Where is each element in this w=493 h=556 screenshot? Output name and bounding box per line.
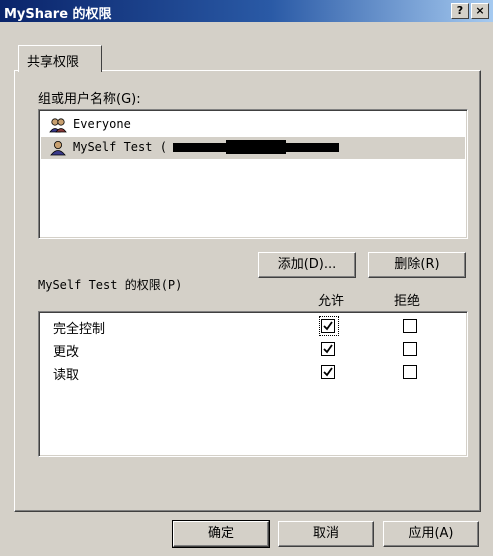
remove-button[interactable]: 删除(R) [368,252,466,278]
allow-read-checkbox[interactable] [321,365,335,379]
user-name: Everyone [73,117,131,131]
tab-share-permissions[interactable]: 共享权限 [18,45,102,72]
deny-full-control-checkbox[interactable] [403,319,417,333]
add-button[interactable]: 添加(D)... [258,252,356,278]
users-label: 组或用户名称(G): [38,92,141,107]
allow-column-header: 允许 [318,294,345,309]
ok-button[interactable]: 确定 [172,520,270,548]
permissions-list: 完全控制 更改 读取 [38,311,468,457]
title-bar[interactable]: MyShare 的权限 ? × [0,0,493,22]
deny-read-checkbox[interactable] [403,365,417,379]
user-icon [50,141,66,156]
redacted-block [226,140,286,154]
checkmark-icon [323,367,333,377]
permission-full-control: 完全控制 [53,322,106,337]
close-button[interactable]: × [471,3,489,19]
cancel-button[interactable]: 取消 [278,521,374,547]
checkmark-icon [323,321,333,331]
checkmark-icon [323,344,333,354]
list-item-everyone[interactable]: Everyone [41,114,465,136]
tab-label: 共享权限 [27,55,80,70]
group-icon [49,118,67,133]
user-name: MySelf Test ( [73,140,167,154]
deny-column-header: 拒绝 [394,294,421,309]
deny-change-checkbox[interactable] [403,342,417,356]
help-button[interactable]: ? [451,3,469,19]
list-item-myself[interactable]: MySelf Test ( [41,137,465,159]
permissions-label: MySelf Test 的权限(P) [38,278,183,292]
users-list[interactable]: Everyone MySelf Test ( [38,109,468,239]
allow-full-control-checkbox[interactable] [321,319,335,333]
permissions-dialog: MyShare 的权限 ? × 共享权限 组或用户名称(G): Everyone… [0,0,493,556]
allow-change-checkbox[interactable] [321,342,335,356]
window-title: MyShare 的权限 [4,7,112,22]
apply-button[interactable]: 应用(A) [383,521,479,547]
permission-change: 更改 [53,345,80,360]
permission-read: 读取 [53,368,80,383]
